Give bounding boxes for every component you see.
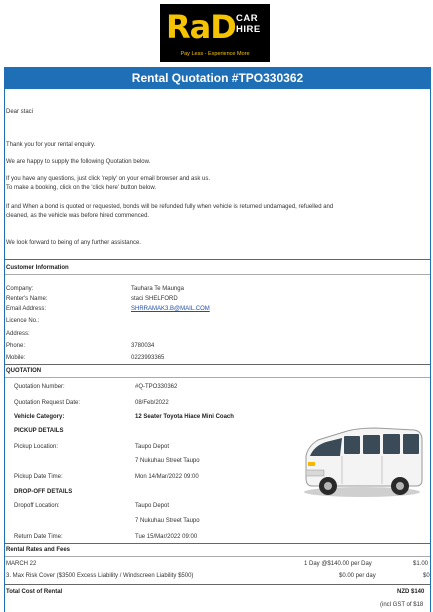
return-time-label: Return Date Time: bbox=[14, 534, 63, 540]
dropoff-details-heading: DROP-OFF DETAILS bbox=[14, 489, 73, 495]
return-time-value: Tue 15/Mar/2022 09:00 bbox=[135, 534, 198, 540]
vehicle-category-value: 12 Seater Toyota Hiace Mini Coach bbox=[135, 414, 234, 420]
total-gst-note: (incl GST of $18 bbox=[380, 602, 424, 608]
dropoff-location-value: Taupo Depot bbox=[135, 503, 170, 509]
rate-amount-2: $0 bbox=[423, 573, 430, 579]
request-date-value: 08/Feb/2022 bbox=[135, 400, 169, 406]
address-label: Address: bbox=[6, 331, 30, 337]
intro-paragraph-2: We are happy to supply the following Quo… bbox=[6, 159, 151, 165]
toyota-hiace-van-image bbox=[304, 427, 423, 497]
phone-value: 3780034 bbox=[131, 343, 155, 349]
dropoff-location-label: Dropoff Location: bbox=[14, 503, 60, 509]
intro-paragraph-3a: If you have any questions, just click 'r… bbox=[6, 176, 211, 182]
divider bbox=[5, 543, 430, 544]
company-value: Tauhara Te Maunga bbox=[131, 286, 184, 292]
rate-detail-1: 1 Day @$140.00 per Day bbox=[304, 561, 372, 567]
total-cost-label: Total Cost of Rental bbox=[6, 589, 63, 595]
rental-rates-heading: Rental Rates and Fees bbox=[6, 547, 71, 553]
renter-name-value: staci SHELFORD bbox=[131, 296, 178, 302]
mobile-label: Mobile: bbox=[6, 355, 26, 361]
divider bbox=[5, 556, 430, 557]
pickup-location-label: Pickup Location: bbox=[14, 444, 59, 450]
quotation-number-label: Quotation Number: bbox=[14, 384, 65, 390]
email-label: Email Address: bbox=[6, 306, 47, 312]
pickup-time-value: Mon 14/Mar/2022 09:00 bbox=[135, 474, 199, 480]
logo-tagline: Pay Less - Experience More bbox=[180, 51, 250, 57]
customer-info-heading: Customer Information bbox=[6, 265, 69, 271]
request-date-label: Quotation Request Date: bbox=[14, 400, 81, 406]
intro-paragraph-5: We look forward to being of any further … bbox=[6, 240, 141, 246]
pickup-location-value: Taupo Depot bbox=[135, 444, 170, 450]
pickup-address-value: 7 Nukuhau Street Taupo bbox=[135, 458, 200, 464]
divider bbox=[5, 364, 430, 365]
dropoff-address-value: 7 Nukuhau Street Taupo bbox=[135, 518, 200, 524]
intro-paragraph-1: Thank you for your rental enquiry. bbox=[6, 142, 96, 148]
company-label: Company: bbox=[6, 286, 34, 292]
page-title: Rental Quotation #TPO330362 bbox=[4, 67, 431, 89]
divider bbox=[5, 259, 430, 260]
mobile-value: 0223993365 bbox=[131, 355, 165, 361]
divider bbox=[5, 274, 430, 275]
quotation-heading: QUOTATION bbox=[6, 368, 42, 374]
intro-paragraph-4b: cleaned, as the vehicle was before hired… bbox=[6, 213, 150, 219]
greeting-text: Dear staci bbox=[6, 109, 34, 115]
rate-item-2: 3. Max Risk Cover ($3500 Excess Liabilit… bbox=[6, 573, 194, 579]
email-link[interactable]: SHRRAMAK3.B@MAIL.COM bbox=[131, 305, 210, 313]
divider bbox=[5, 377, 430, 378]
pickup-details-heading: PICKUP DETAILS bbox=[14, 428, 64, 434]
rad-car-hire-logo: RaD CAR HIRE Pay Less - Experience More bbox=[160, 4, 270, 62]
licence-label: Licence No.: bbox=[6, 318, 40, 324]
quotation-page: RaD CAR HIRE Pay Less - Experience More … bbox=[0, 0, 433, 612]
rate-amount-1: $1.00 bbox=[413, 561, 429, 567]
intro-paragraph-4a: If and When a bond is quoted or requeste… bbox=[6, 204, 334, 210]
total-cost-value: NZD $140 bbox=[397, 589, 425, 595]
logo-brand: RaD bbox=[166, 8, 237, 46]
quotation-number-value: #Q-TPO330362 bbox=[135, 384, 178, 390]
vehicle-category-label: Vehicle Category: bbox=[14, 414, 65, 420]
rate-detail-2: $0.00 per day bbox=[339, 573, 376, 579]
pickup-time-label: Pickup Date Time: bbox=[14, 474, 63, 480]
renter-name-label: Renter's Name: bbox=[6, 296, 48, 302]
divider bbox=[5, 584, 430, 585]
phone-label: Phone: bbox=[6, 343, 26, 349]
intro-paragraph-3b: To make a booking, click on the 'click h… bbox=[6, 185, 157, 191]
logo-car-hire: CAR HIRE bbox=[236, 13, 261, 35]
rate-item-1: MARCH 22 bbox=[6, 561, 37, 567]
